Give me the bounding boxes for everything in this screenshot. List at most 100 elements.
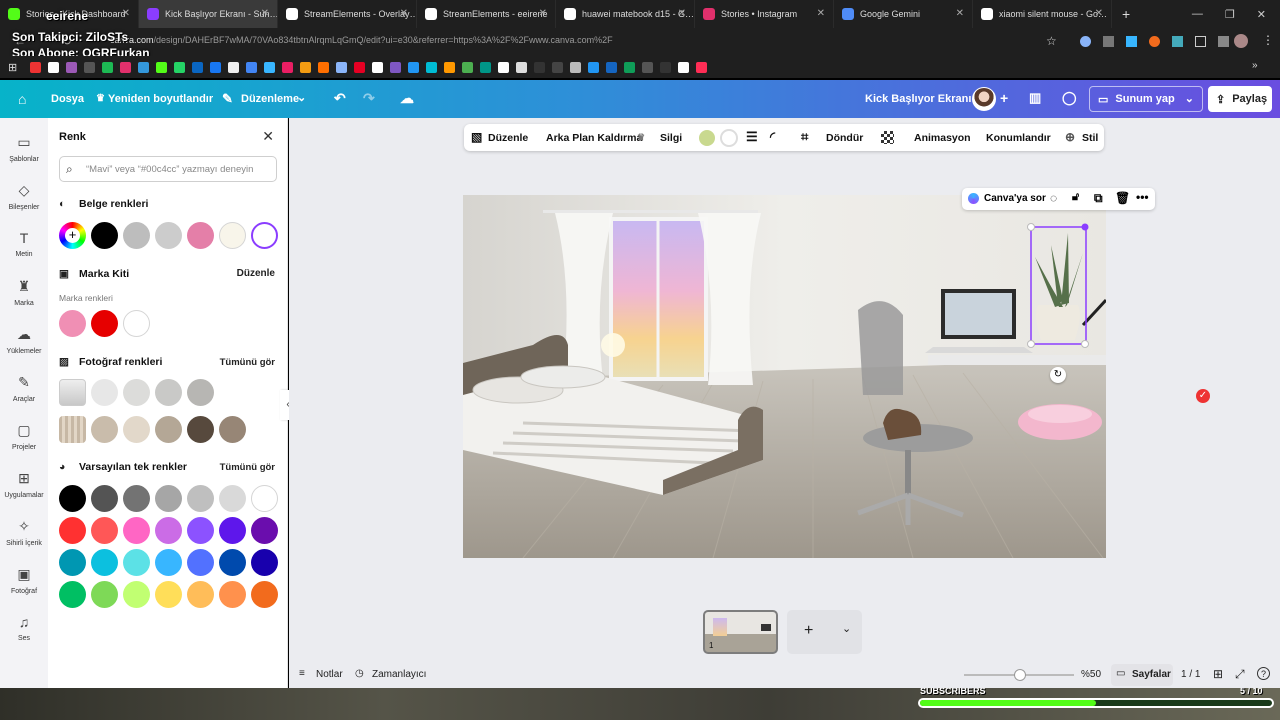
color-swatch[interactable] bbox=[123, 485, 150, 512]
bookmark-icon[interactable] bbox=[660, 61, 672, 73]
new-tab-button[interactable]: + bbox=[1122, 6, 1130, 22]
close-tab-icon[interactable]: ✕ bbox=[261, 8, 269, 19]
bookmark-icon[interactable] bbox=[534, 61, 546, 73]
color-swatch[interactable] bbox=[123, 222, 150, 249]
color-swatch[interactable] bbox=[91, 222, 118, 249]
extensions-puzzle-icon[interactable] bbox=[1195, 36, 1206, 47]
crop-icon[interactable]: ⌗ bbox=[801, 129, 808, 145]
color-swatch[interactable] bbox=[91, 310, 118, 337]
undo-icon[interactable]: ↶ bbox=[334, 90, 346, 107]
white-swatch-button[interactable] bbox=[720, 129, 738, 147]
color-swatch-button[interactable] bbox=[699, 130, 715, 146]
browser-tab[interactable]: Kick Başlıyor Ekranı - Sun… ✕ bbox=[139, 0, 278, 28]
bookmark-icon[interactable] bbox=[66, 61, 78, 73]
bookmark-icon[interactable] bbox=[174, 61, 186, 73]
browser-tab[interactable]: xiaomi silent mouse - Go… ✕ bbox=[973, 0, 1112, 28]
bookmark-icon[interactable] bbox=[84, 61, 96, 73]
color-swatch[interactable] bbox=[59, 549, 86, 576]
present-button[interactable]: ▭ Sunum yap ⌄ bbox=[1089, 86, 1203, 112]
bookmark-icon[interactable] bbox=[552, 61, 564, 73]
color-swatch[interactable] bbox=[123, 310, 150, 337]
bookmark-icon[interactable] bbox=[606, 61, 618, 73]
bookmark-icon[interactable] bbox=[624, 61, 636, 73]
zoom-slider-knob[interactable] bbox=[1014, 669, 1026, 681]
bookmark-icon[interactable] bbox=[138, 61, 150, 73]
lock-icon[interactable]: 🔓︎ bbox=[1072, 191, 1079, 204]
comments-icon[interactable]: ◯ bbox=[1062, 90, 1077, 106]
minimize-icon[interactable]: — bbox=[1192, 8, 1203, 21]
bookmark-icon[interactable] bbox=[102, 61, 114, 73]
bookmark-icon[interactable] bbox=[30, 61, 42, 73]
bookmark-icon[interactable] bbox=[354, 61, 366, 73]
file-menu[interactable]: Dosya bbox=[51, 93, 84, 105]
rail-item[interactable]: ▭ Şablonlar bbox=[0, 134, 48, 163]
close-tab-icon[interactable]: ✕ bbox=[539, 8, 547, 19]
add-collaborator-icon[interactable]: + bbox=[1000, 90, 1008, 106]
transparency-icon[interactable] bbox=[881, 131, 894, 144]
profile-avatar[interactable] bbox=[1234, 34, 1248, 48]
color-swatch[interactable] bbox=[155, 549, 182, 576]
add-page-button[interactable]: + ⌄ bbox=[787, 610, 862, 654]
rail-item[interactable]: ◇ Bileşenler bbox=[0, 182, 48, 211]
color-swatch[interactable] bbox=[59, 517, 86, 544]
page-thumbnail[interactable]: 1 bbox=[703, 610, 778, 654]
edit-mode-menu[interactable]: Düzenleme bbox=[241, 93, 299, 105]
apps-grid-icon[interactable]: ⊞ bbox=[8, 61, 17, 74]
duplicate-icon[interactable]: ⧉ bbox=[1094, 191, 1103, 206]
bookmark-icon[interactable] bbox=[246, 61, 258, 73]
browser-menu-icon[interactable]: ⋮ bbox=[1262, 33, 1274, 47]
browser-tab[interactable]: Stories • Instagram ✕ bbox=[695, 0, 834, 28]
color-swatch[interactable] bbox=[123, 379, 150, 406]
chevron-down-icon[interactable]: ⌄ bbox=[297, 91, 306, 104]
bookmark-icon[interactable] bbox=[588, 61, 600, 73]
rail-item[interactable]: ▣ Fotoğraf bbox=[0, 566, 48, 595]
ask-canva-button[interactable]: Canva'ya sor bbox=[984, 193, 1046, 204]
bookmark-icon[interactable] bbox=[426, 61, 438, 73]
color-swatch[interactable] bbox=[251, 485, 278, 512]
pages-button[interactable]: ▭ Sayfalar bbox=[1111, 664, 1173, 686]
delete-icon[interactable]: 🗑︎ bbox=[1115, 191, 1130, 205]
photo-colors-see-all[interactable]: Tümünü gör bbox=[220, 357, 275, 368]
close-tab-icon[interactable]: ✕ bbox=[817, 8, 825, 19]
rail-item[interactable]: ♫ Ses bbox=[0, 614, 48, 642]
edit-image-button[interactable]: Düzenle bbox=[488, 132, 528, 144]
color-swatch[interactable] bbox=[123, 581, 150, 608]
extension-icon[interactable] bbox=[1172, 36, 1183, 47]
cloud-save-icon[interactable]: ☁ bbox=[400, 90, 414, 107]
color-swatch[interactable] bbox=[219, 517, 246, 544]
color-swatch[interactable] bbox=[251, 222, 278, 249]
close-tab-icon[interactable]: ✕ bbox=[678, 8, 686, 19]
color-swatch[interactable] bbox=[187, 416, 214, 443]
fullscreen-icon[interactable]: ⤢ bbox=[1235, 667, 1245, 682]
color-swatch[interactable] bbox=[91, 416, 118, 443]
color-swatch[interactable] bbox=[251, 581, 278, 608]
bookmark-icon[interactable] bbox=[516, 61, 528, 73]
bookmark-icon[interactable] bbox=[570, 61, 582, 73]
bookmark-icon[interactable] bbox=[480, 61, 492, 73]
color-swatch[interactable] bbox=[187, 581, 214, 608]
grid-view-icon[interactable]: ⊞ bbox=[1213, 667, 1223, 681]
bookmark-icon[interactable] bbox=[444, 61, 456, 73]
add-color-button[interactable]: + bbox=[59, 222, 86, 249]
notes-button[interactable]: Notlar bbox=[316, 669, 343, 680]
color-swatch[interactable] bbox=[91, 517, 118, 544]
color-swatch[interactable] bbox=[187, 517, 214, 544]
bookmark-star-icon[interactable]: ☆ bbox=[1046, 34, 1057, 48]
color-swatch[interactable] bbox=[187, 549, 214, 576]
bookmark-icon[interactable] bbox=[498, 61, 510, 73]
color-swatch[interactable] bbox=[251, 517, 278, 544]
brand-kit-edit-link[interactable]: Düzenle bbox=[237, 268, 275, 279]
browser-tab[interactable]: huawei matebook d15 - G… ✕ bbox=[556, 0, 695, 28]
bookmark-icon[interactable] bbox=[48, 61, 60, 73]
color-swatch[interactable] bbox=[219, 581, 246, 608]
color-swatch[interactable] bbox=[155, 416, 182, 443]
bookmark-icon[interactable] bbox=[300, 61, 312, 73]
close-tab-icon[interactable]: ✕ bbox=[1095, 8, 1103, 19]
eraser-button[interactable]: Silgi bbox=[660, 132, 682, 144]
close-panel-icon[interactable]: ✕ bbox=[262, 128, 274, 145]
bookmark-icon[interactable] bbox=[408, 61, 420, 73]
color-swatch[interactable] bbox=[91, 581, 118, 608]
redo-icon[interactable]: ↷ bbox=[363, 90, 375, 107]
color-swatch[interactable] bbox=[155, 517, 182, 544]
border-style-icon[interactable]: ☰ bbox=[746, 129, 758, 145]
